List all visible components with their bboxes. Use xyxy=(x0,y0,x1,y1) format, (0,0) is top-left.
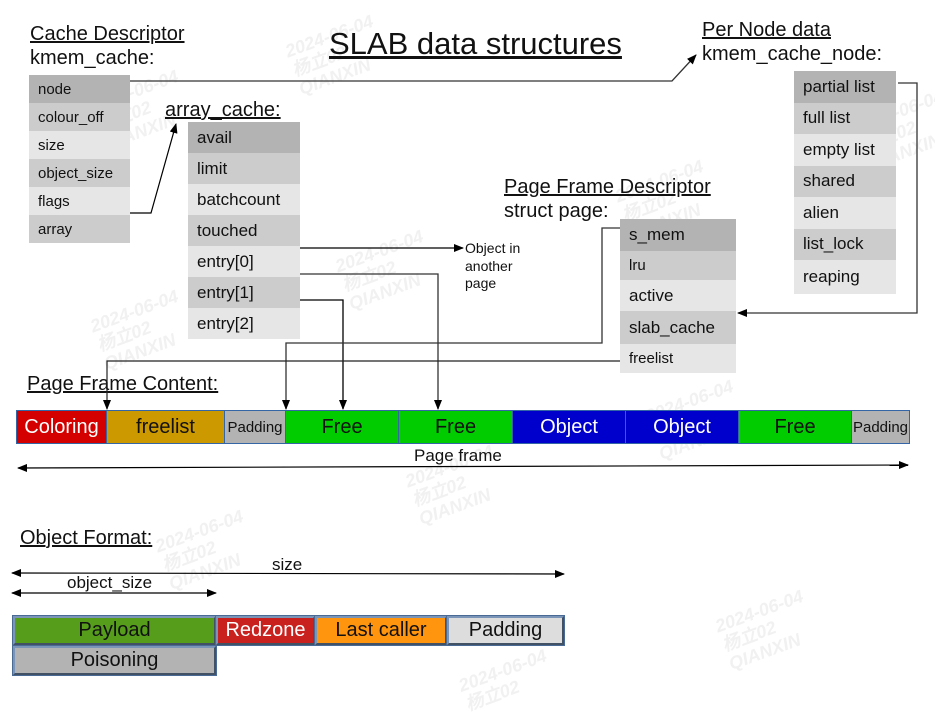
connector-layer xyxy=(11,54,918,597)
arrow-partial-list-to-page xyxy=(737,82,918,317)
arrow-freelist-to-freelist-segment xyxy=(103,360,620,410)
arrow-array-to-array-cache xyxy=(130,123,178,214)
arrow-entry1-to-free-1 xyxy=(300,299,347,410)
arrow-node-to-per-node xyxy=(130,54,697,82)
size-span-arrow xyxy=(11,569,565,578)
arrow-s-mem-to-page-start xyxy=(282,227,620,410)
page-frame-span-arrow xyxy=(17,461,909,472)
arrow-entry-to-free-2 xyxy=(300,273,442,410)
